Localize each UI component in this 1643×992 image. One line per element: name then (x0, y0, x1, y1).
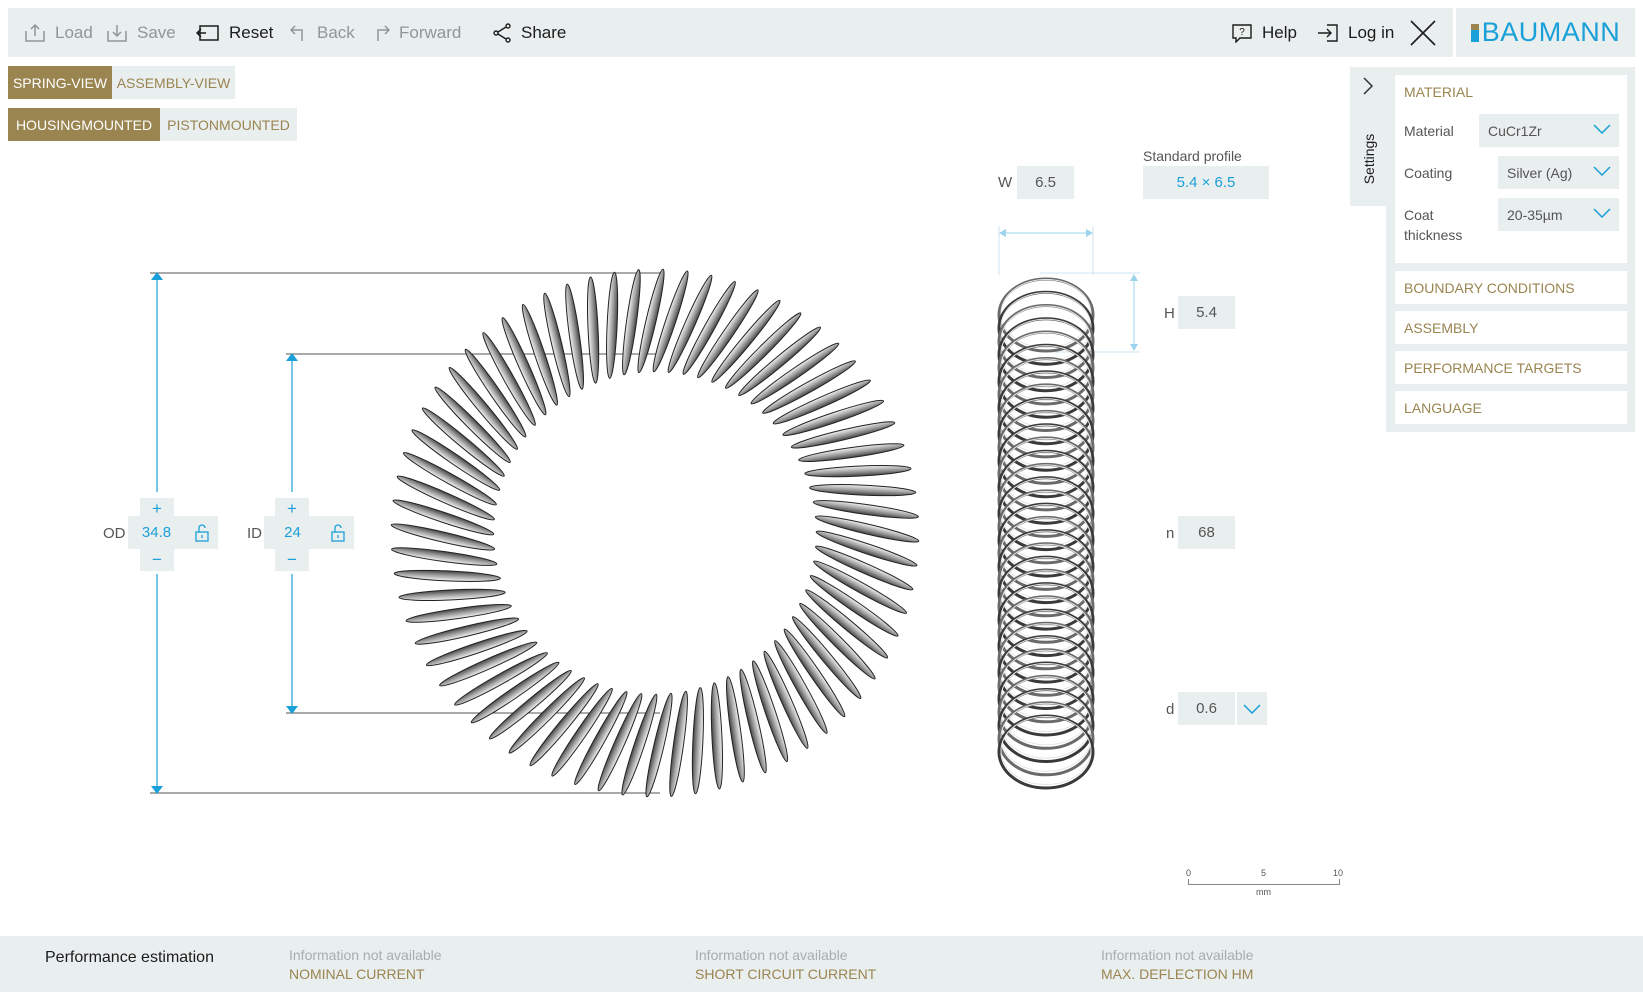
coating-label: Coating (1404, 165, 1453, 181)
material-value: CuCr1Zr (1488, 122, 1542, 139)
id-decrease-button[interactable]: − (275, 549, 309, 571)
od-label: OD (103, 525, 126, 542)
language-section[interactable]: LANGUAGE (1395, 391, 1627, 424)
assembly-title[interactable]: ASSEMBLY (1395, 311, 1627, 344)
standard-profile-select[interactable]: 5.4 × 6.5 (1143, 166, 1269, 199)
boundary-conditions-section[interactable]: BOUNDARY CONDITIONS (1395, 271, 1627, 304)
chevron-down-icon (1593, 208, 1611, 218)
w-label: W (998, 174, 1013, 191)
scale-tick-5: 5 (1261, 868, 1267, 878)
coat-thickness-value: 20-35µm (1507, 206, 1563, 223)
n-label: n (1166, 525, 1175, 542)
od-dimension-line (150, 272, 660, 794)
d-input[interactable]: 0.6 (1178, 692, 1235, 725)
ring-coil (393, 569, 501, 582)
ring-coil (710, 682, 723, 790)
chevron-down-icon (1243, 703, 1261, 714)
h-label: H (1164, 305, 1175, 322)
scale-unit: mm (1256, 887, 1271, 897)
unlock-icon (330, 523, 345, 542)
material-section-title[interactable]: MATERIAL (1395, 75, 1627, 108)
scale-tick-0: 0 (1186, 868, 1192, 878)
short-circuit-current-label: SHORT CIRCUIT CURRENT (695, 966, 877, 982)
ring-spring-front-view (390, 268, 920, 798)
ring-coil (809, 484, 917, 497)
coat-thickness-select[interactable]: 20-35µm (1498, 198, 1619, 231)
boundary-conditions-title[interactable]: BOUNDARY CONDITIONS (1395, 271, 1627, 304)
coat-thickness-label-line1: Coat (1404, 207, 1434, 223)
nominal-current-status: Information not available (289, 947, 442, 963)
w-input[interactable]: 6.5 (1017, 166, 1074, 199)
spring-side-view (997, 277, 1095, 790)
coat-thickness-label-line2: thickness (1404, 227, 1463, 243)
id-label: ID (247, 525, 262, 542)
chevron-right-icon (1363, 77, 1374, 95)
ring-coil (804, 465, 912, 478)
performance-targets-title[interactable]: PERFORMANCE TARGETS (1395, 351, 1627, 384)
material-label: Material (1404, 123, 1454, 139)
coating-value: Silver (Ag) (1507, 164, 1573, 181)
settings-tab-label: Settings (1361, 133, 1377, 185)
od-decrease-button[interactable]: − (140, 549, 174, 571)
standard-profile-label: Standard profile (1143, 148, 1242, 164)
w-dimension-line (998, 226, 1094, 275)
id-lock-button[interactable] (321, 516, 354, 549)
scale-tick-10: 10 (1333, 868, 1344, 878)
id-input[interactable]: 24 (264, 516, 321, 549)
od-lock-button[interactable] (185, 516, 218, 549)
performance-bar: Performance estimation Information not a… (0, 936, 1643, 992)
language-title[interactable]: LANGUAGE (1395, 391, 1627, 424)
max-deflection-label: MAX. DEFLECTION HM (1101, 966, 1254, 982)
material-section: MATERIAL Material CuCr1Zr Coating Silver… (1395, 75, 1627, 263)
n-input[interactable]: 68 (1178, 516, 1235, 549)
ring-coil (398, 588, 506, 601)
unlock-icon (194, 523, 209, 542)
max-deflection-status: Information not available (1101, 947, 1254, 963)
material-select[interactable]: CuCr1Zr (1479, 114, 1619, 147)
d-dropdown-button[interactable] (1235, 692, 1267, 725)
settings-panel-tab[interactable]: Settings (1350, 67, 1387, 206)
chevron-down-icon (1593, 124, 1611, 134)
short-circuit-current-status: Information not available (695, 947, 848, 963)
nominal-current-label: NOMINAL CURRENT (289, 966, 425, 982)
d-label: d (1166, 701, 1175, 718)
coating-select[interactable]: Silver (Ag) (1498, 156, 1619, 189)
performance-title: Performance estimation (45, 949, 214, 966)
assembly-section[interactable]: ASSEMBLY (1395, 311, 1627, 344)
ring-coil (606, 271, 619, 379)
ring-coil (691, 687, 704, 795)
h-input[interactable]: 5.4 (1178, 296, 1235, 329)
performance-targets-section[interactable]: PERFORMANCE TARGETS (1395, 351, 1627, 384)
chevron-down-icon (1593, 166, 1611, 176)
od-input[interactable]: 34.8 (128, 516, 185, 549)
ring-coil (587, 276, 600, 384)
